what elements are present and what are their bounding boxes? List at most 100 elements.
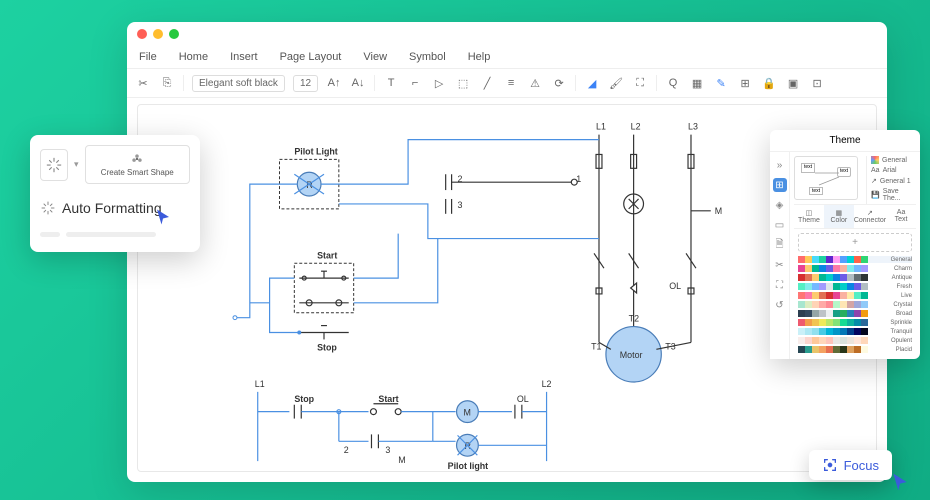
- maximize-icon[interactable]: [169, 29, 179, 39]
- layer-icon[interactable]: ▣: [785, 75, 801, 91]
- menu-insert[interactable]: Insert: [230, 51, 258, 63]
- rotate-icon[interactable]: ⟳: [551, 75, 567, 91]
- menu-symbol[interactable]: Symbol: [409, 51, 446, 63]
- connector-icon[interactable]: ⌐: [407, 75, 423, 91]
- side-theme-icon[interactable]: ⊞: [773, 178, 787, 192]
- menu-help[interactable]: Help: [468, 51, 491, 63]
- cut-icon[interactable]: ✂: [135, 75, 151, 91]
- palette-row[interactable]: Placid: [798, 346, 912, 353]
- focus-button[interactable]: Focus: [809, 450, 892, 480]
- b-l1: L1: [255, 379, 265, 389]
- auto-format-card: ▾ Create Smart Shape Auto Formatting: [30, 135, 200, 252]
- tab-connector[interactable]: ↗Connector: [854, 205, 886, 228]
- b-m: M: [463, 408, 470, 418]
- spark-icon: [40, 200, 56, 216]
- label-3: 3: [458, 200, 463, 210]
- label-motor: Motor: [620, 350, 643, 360]
- menubar: File Home Insert Page Layout View Symbol…: [127, 46, 887, 68]
- label-pilot-light: Pilot Light: [294, 146, 337, 156]
- palette-row[interactable]: General: [798, 256, 912, 263]
- spark-icon: [45, 156, 63, 174]
- label-t2: T2: [629, 314, 639, 324]
- label-l2: L2: [631, 122, 641, 132]
- b-stop: Stop: [294, 394, 314, 404]
- theme-panel: Theme » ⊞ ◈ ▭ 🗎 ✂ ⛶ ↺ text text text Gen…: [770, 130, 920, 359]
- paint-icon[interactable]: 🖌: [608, 75, 624, 91]
- side-history-icon[interactable]: ↺: [773, 298, 787, 312]
- palette-row[interactable]: Antique: [798, 274, 912, 281]
- warning-icon[interactable]: ⚠: [527, 75, 543, 91]
- b-start: Start: [378, 394, 398, 404]
- font-select[interactable]: Elegant soft black: [192, 75, 285, 92]
- opt-save[interactable]: 💾Save The...: [871, 188, 916, 202]
- opt-font[interactable]: AaArial: [871, 167, 916, 174]
- side-expand-icon[interactable]: ⛶: [773, 278, 787, 292]
- b-3: 3: [385, 445, 390, 455]
- decrease-font-icon[interactable]: A↓: [350, 75, 366, 91]
- spark-button[interactable]: [40, 149, 68, 181]
- b-ol: OL: [517, 394, 529, 404]
- pen-icon[interactable]: ✎: [713, 75, 729, 91]
- toolbar: ✂ ⎘ Elegant soft black 12 A↑ A↓ T ⌐ ▷ ⬚ …: [127, 68, 887, 98]
- label-start: Start: [317, 250, 337, 260]
- pointer-icon[interactable]: ▷: [431, 75, 447, 91]
- b-pilot: Pilot light: [448, 461, 489, 471]
- opt-general[interactable]: General: [871, 156, 916, 164]
- cursor-icon: [890, 472, 910, 492]
- label-stop: Stop: [317, 342, 337, 352]
- theme-title: Theme: [770, 130, 920, 152]
- side-doc-icon[interactable]: 🗎: [773, 238, 787, 252]
- menu-home[interactable]: Home: [179, 51, 208, 63]
- search-icon[interactable]: Q: [665, 75, 681, 91]
- shape-icon[interactable]: ⬚: [455, 75, 471, 91]
- b-l2: L2: [542, 379, 552, 389]
- lock-icon[interactable]: 🔒: [761, 75, 777, 91]
- auto-format-label[interactable]: Auto Formatting: [62, 196, 162, 220]
- text-icon[interactable]: T: [383, 75, 399, 91]
- focus-icon: [822, 457, 838, 473]
- more-icon[interactable]: ⊡: [809, 75, 825, 91]
- menu-file[interactable]: File: [139, 51, 157, 63]
- b-2: 2: [344, 445, 349, 455]
- copy-icon[interactable]: ⎘: [159, 75, 175, 91]
- flower-icon: [130, 152, 144, 166]
- tab-color[interactable]: ▦Color: [824, 205, 854, 228]
- side-layers-icon[interactable]: ◈: [773, 198, 787, 212]
- label-m: M: [715, 206, 722, 216]
- palette-row[interactable]: Charm: [798, 265, 912, 272]
- tab-text[interactable]: AaText: [886, 205, 916, 228]
- group-icon[interactable]: ⊞: [737, 75, 753, 91]
- line-icon[interactable]: ╱: [479, 75, 495, 91]
- palette-row[interactable]: Broad: [798, 310, 912, 317]
- palette-row[interactable]: Fresh: [798, 283, 912, 290]
- side-clip-icon[interactable]: ✂: [773, 258, 787, 272]
- palette-row[interactable]: Crystal: [798, 301, 912, 308]
- crop-icon[interactable]: ⛶: [632, 75, 648, 91]
- menu-view[interactable]: View: [363, 51, 387, 63]
- align-icon[interactable]: ≡: [503, 75, 519, 91]
- palette-row[interactable]: Tranquil: [798, 328, 912, 335]
- increase-font-icon[interactable]: A↑: [326, 75, 342, 91]
- fill-icon[interactable]: ◢: [584, 75, 600, 91]
- opt-general1[interactable]: ↗General 1: [871, 177, 916, 185]
- canvas[interactable]: L1 L2 L3 OL M Motor T1 T2 T3 Pilot Light…: [137, 104, 877, 472]
- tab-theme[interactable]: ◫Theme: [794, 205, 824, 228]
- palette-row[interactable]: Live: [798, 292, 912, 299]
- cursor-icon: [154, 208, 172, 226]
- grid-icon[interactable]: ▦: [689, 75, 705, 91]
- palette-row[interactable]: Opulent: [798, 337, 912, 344]
- label-ol: OL: [669, 281, 681, 291]
- add-palette-button[interactable]: +: [798, 233, 912, 252]
- create-smart-shape-button[interactable]: Create Smart Shape: [85, 145, 190, 184]
- side-collapse-icon[interactable]: »: [773, 158, 787, 172]
- menu-pagelayout[interactable]: Page Layout: [280, 51, 342, 63]
- palette-row[interactable]: Sprinkle: [798, 319, 912, 326]
- minimize-icon[interactable]: [153, 29, 163, 39]
- label-l3: L3: [688, 122, 698, 132]
- side-page-icon[interactable]: ▭: [773, 218, 787, 232]
- fontsize-select[interactable]: 12: [293, 75, 318, 92]
- label-l1: L1: [596, 122, 606, 132]
- b-m2: M: [398, 455, 405, 465]
- close-icon[interactable]: [137, 29, 147, 39]
- theme-preview[interactable]: text text text: [794, 156, 858, 200]
